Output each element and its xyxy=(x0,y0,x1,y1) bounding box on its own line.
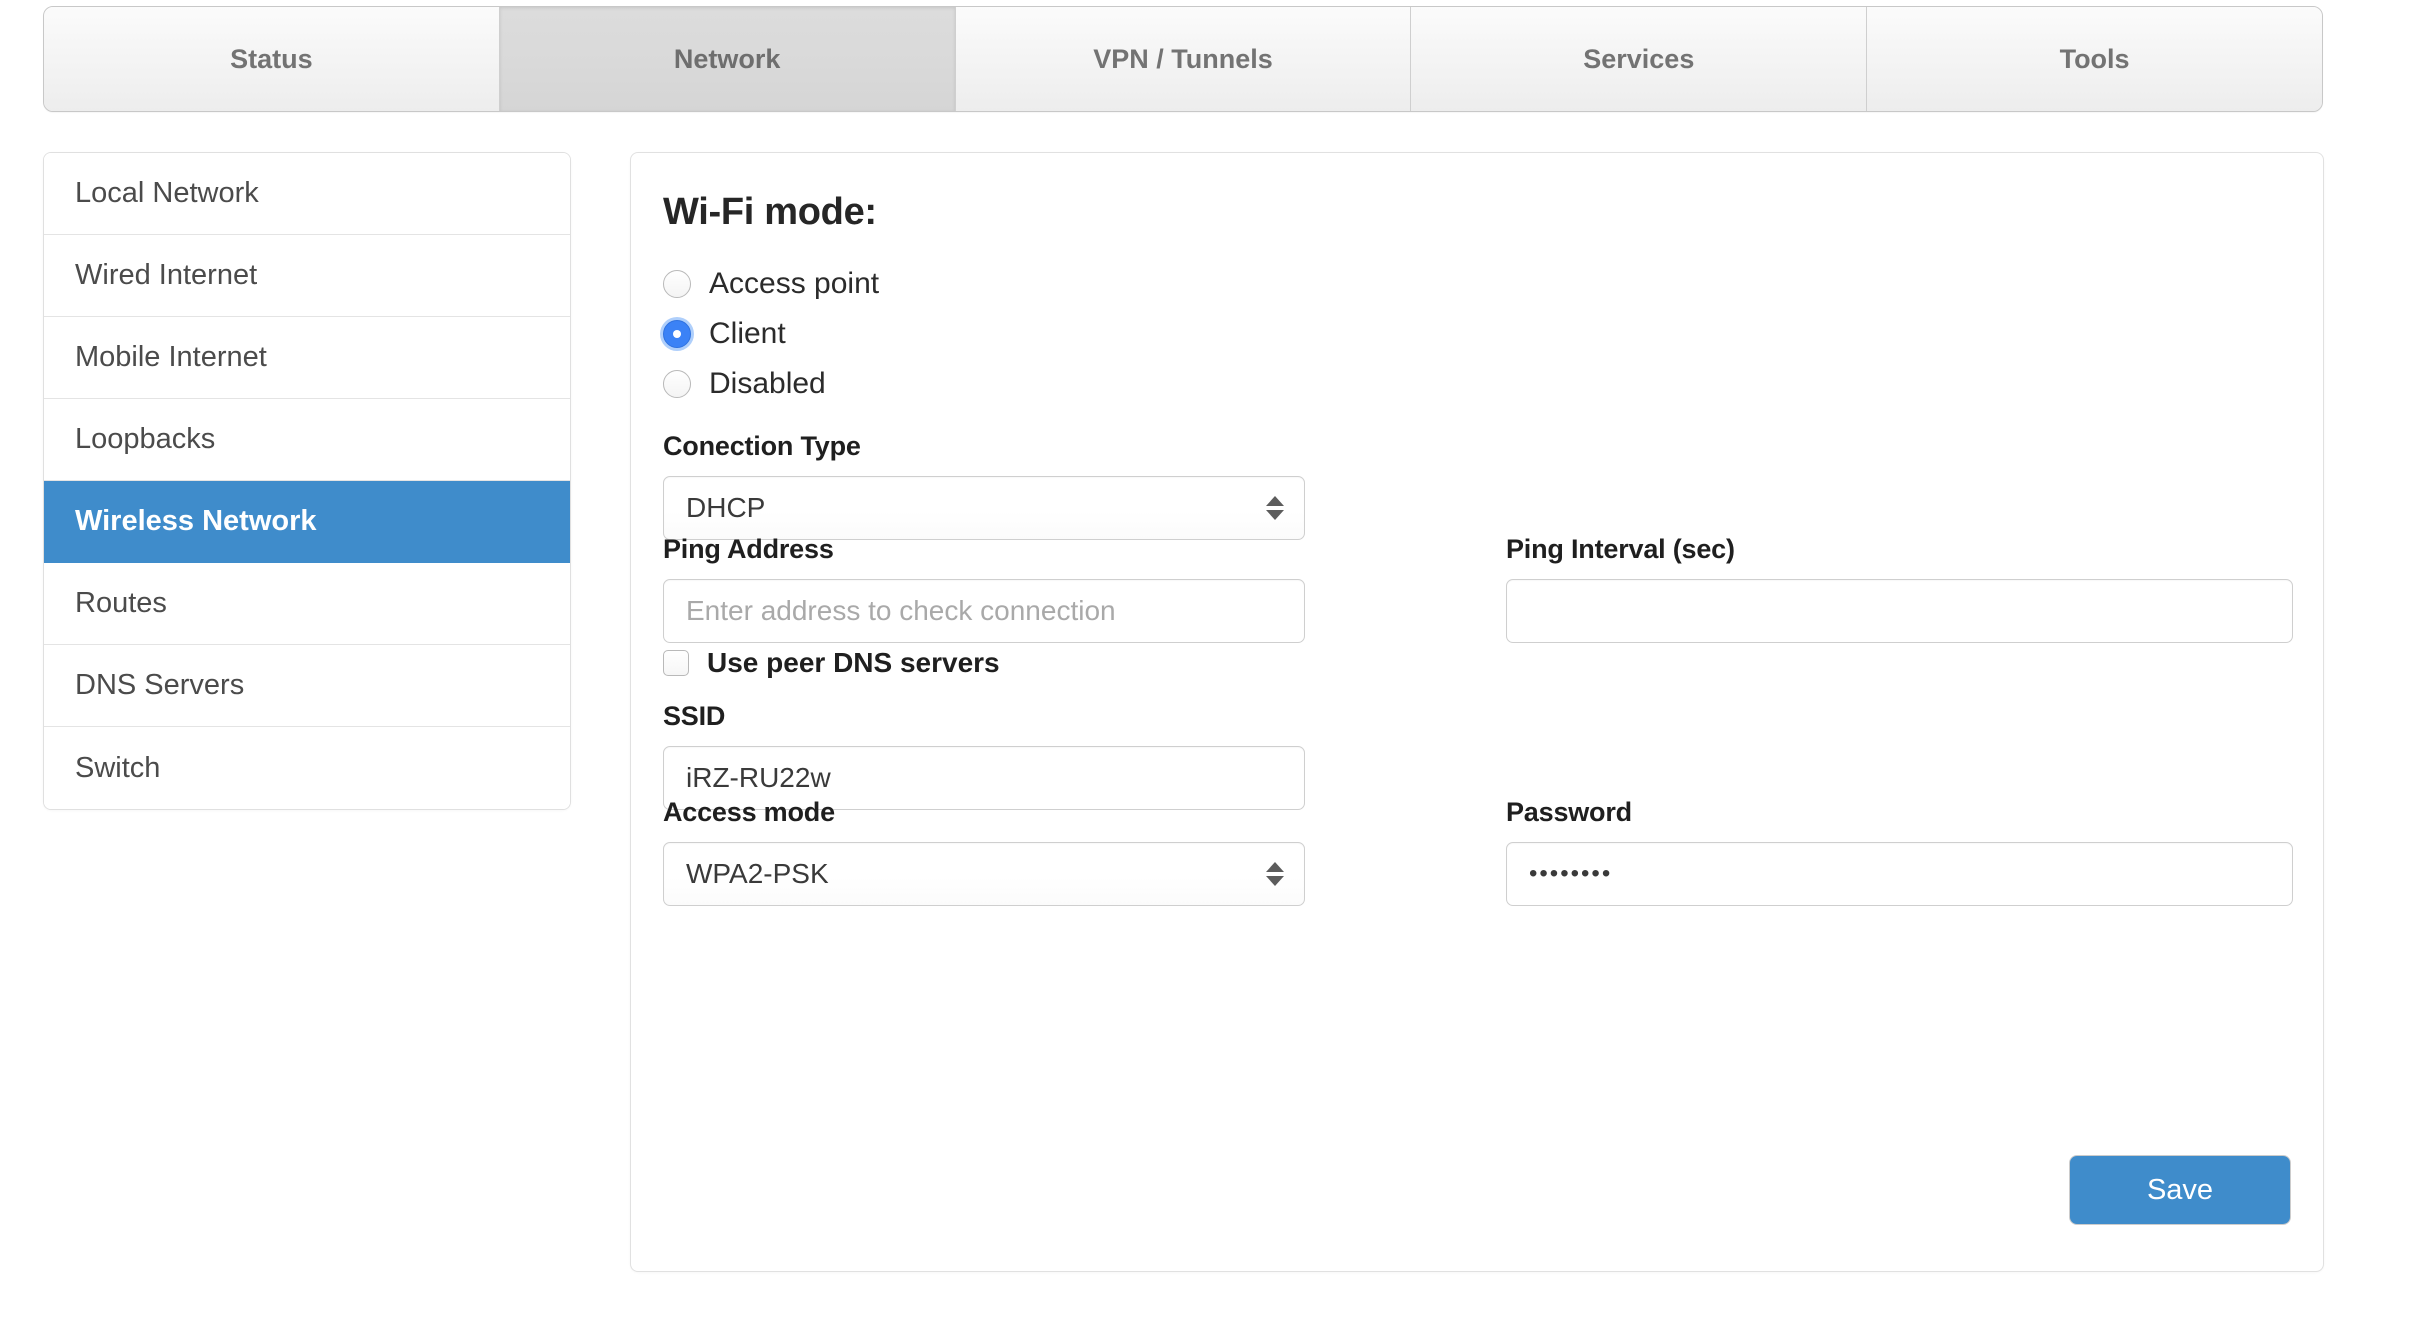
main-tab-bar: Status Network VPN / Tunnels Services To… xyxy=(43,6,2323,112)
radio-label: Disabled xyxy=(709,367,826,401)
access-mode-value: WPA2-PSK xyxy=(686,858,829,890)
access-mode-label: Access mode xyxy=(663,797,1305,828)
ping-address-label: Ping Address xyxy=(663,534,1305,565)
sidebar-item-label: Loopbacks xyxy=(75,423,215,456)
password-input[interactable]: •••••••• xyxy=(1506,842,2293,906)
ssid-label: SSID xyxy=(663,701,1305,732)
save-button[interactable]: Save xyxy=(2069,1155,2291,1225)
wireless-network-settings-panel: Wi-Fi mode: Access point Client Disabled… xyxy=(630,152,2324,1272)
ssid-group: SSID iRZ-RU22w xyxy=(663,701,1305,810)
sidebar-nav: Local Network Wired Internet Mobile Inte… xyxy=(43,152,571,810)
ping-address-placeholder: Enter address to check connection xyxy=(686,595,1116,627)
radio-option-client[interactable]: Client xyxy=(663,309,879,359)
sidebar-item-mobile-internet[interactable]: Mobile Internet xyxy=(44,317,570,399)
ping-address-group: Ping Address Enter address to check conn… xyxy=(663,534,1305,643)
radio-option-disabled[interactable]: Disabled xyxy=(663,359,879,409)
ssid-value: iRZ-RU22w xyxy=(686,762,831,794)
connection-type-label: Conection Type xyxy=(663,431,1305,462)
use-peer-dns-label: Use peer DNS servers xyxy=(707,647,1000,679)
sidebar-item-label: Wired Internet xyxy=(75,259,257,292)
stepper-arrows-icon[interactable] xyxy=(1266,862,1284,886)
sidebar-item-label: Mobile Internet xyxy=(75,341,267,374)
connection-type-group: Conection Type DHCP xyxy=(663,431,1305,540)
connection-type-value: DHCP xyxy=(686,492,765,524)
tab-services[interactable]: Services xyxy=(1411,7,1867,111)
sidebar-item-routes[interactable]: Routes xyxy=(44,563,570,645)
tab-label: Tools xyxy=(2060,44,2130,75)
sidebar-item-wired-internet[interactable]: Wired Internet xyxy=(44,235,570,317)
tab-vpn-tunnels[interactable]: VPN / Tunnels xyxy=(956,7,1412,111)
sidebar-item-label: Switch xyxy=(75,752,160,785)
tab-tools[interactable]: Tools xyxy=(1867,7,2322,111)
radio-icon[interactable] xyxy=(663,370,691,398)
tab-label: Network xyxy=(674,44,781,75)
stepper-arrows-icon[interactable] xyxy=(1266,496,1284,520)
radio-label: Client xyxy=(709,317,786,351)
sidebar-item-wireless-network[interactable]: Wireless Network xyxy=(44,481,570,563)
radio-icon[interactable] xyxy=(663,270,691,298)
ping-interval-group: Ping Interval (sec) xyxy=(1506,534,2293,643)
connection-type-select[interactable]: DHCP xyxy=(663,476,1305,540)
page-title: Wi-Fi mode: xyxy=(663,191,877,234)
sidebar-item-switch[interactable]: Switch xyxy=(44,727,570,809)
tab-network[interactable]: Network xyxy=(500,7,956,111)
radio-label: Access point xyxy=(709,267,879,301)
ping-interval-input[interactable] xyxy=(1506,579,2293,643)
sidebar-item-loopbacks[interactable]: Loopbacks xyxy=(44,399,570,481)
ping-interval-label: Ping Interval (sec) xyxy=(1506,534,2293,565)
tab-label: VPN / Tunnels xyxy=(1093,44,1273,75)
wifi-mode-radio-group: Access point Client Disabled xyxy=(663,259,879,409)
sidebar-item-dns-servers[interactable]: DNS Servers xyxy=(44,645,570,727)
tab-label: Status xyxy=(230,44,313,75)
access-mode-group: Access mode WPA2-PSK xyxy=(663,797,1305,906)
sidebar-item-label: Local Network xyxy=(75,177,259,210)
ping-address-input[interactable]: Enter address to check connection xyxy=(663,579,1305,643)
sidebar-item-label: Wireless Network xyxy=(75,505,317,538)
tab-status[interactable]: Status xyxy=(44,7,500,111)
tab-label: Services xyxy=(1583,44,1694,75)
sidebar-item-local-network[interactable]: Local Network xyxy=(44,153,570,235)
password-group: Password •••••••• xyxy=(1506,797,2293,906)
use-peer-dns-checkbox-row[interactable]: Use peer DNS servers xyxy=(663,647,1000,679)
radio-option-access-point[interactable]: Access point xyxy=(663,259,879,309)
checkbox-icon[interactable] xyxy=(663,650,689,676)
radio-icon-selected[interactable] xyxy=(663,320,691,348)
sidebar-item-label: DNS Servers xyxy=(75,669,244,702)
password-label: Password xyxy=(1506,797,2293,828)
password-value: •••••••• xyxy=(1529,860,1612,888)
access-mode-select[interactable]: WPA2-PSK xyxy=(663,842,1305,906)
sidebar-item-label: Routes xyxy=(75,587,167,620)
